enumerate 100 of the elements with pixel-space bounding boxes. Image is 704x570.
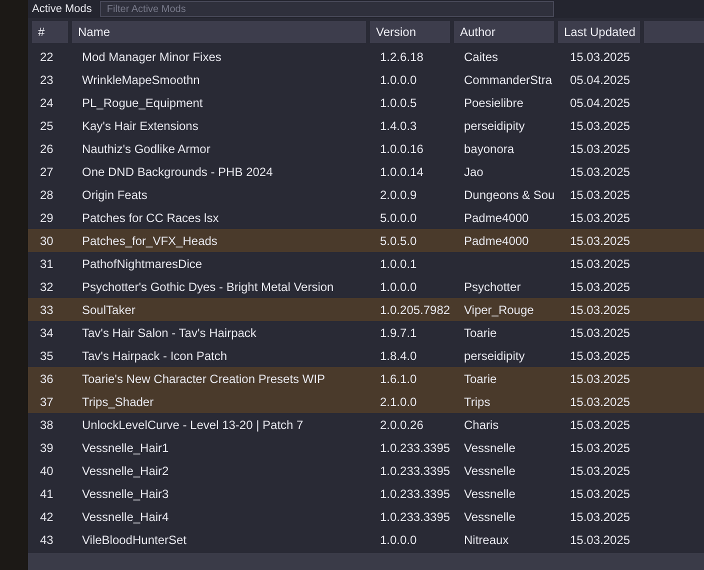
table-cell-text: VileBloodHunterSet	[81, 532, 187, 546]
table-cell-text: Trips_Shader	[81, 394, 154, 408]
table-cell-text: One DND Backgrounds - PHB 2024	[81, 164, 273, 178]
table-cell-text: 15.03.2025	[569, 302, 630, 316]
table-cell-text: 1.0.0.14	[379, 164, 424, 178]
table-row[interactable]: 23 WrinkleMapeSmoothn 1.0.0.0 CommanderStra 05.04.2025	[28, 68, 704, 91]
table-cell-text: PathofNightmaresDice	[81, 256, 202, 270]
table-cell-text: 5.0.0.0	[379, 210, 417, 224]
table-row[interactable]: 30 Patches_for_VFX_Heads 5.0.5.0 Padme4000 15.03.2025	[28, 229, 704, 252]
table-row[interactable]: 40 Vessnelle_Hair2 1.0.233.3395 Vessnelle 15.03.2025	[28, 459, 704, 482]
table-row[interactable]: 27 One DND Backgrounds - PHB 2024 1.0.0.14 Jao 15.03.2025	[28, 160, 704, 183]
table-cell-text: Nitreaux	[463, 532, 509, 546]
table-cell-text: 15.03.2025	[569, 256, 630, 270]
table-cell-text: Toarie	[463, 372, 497, 386]
table-cell-text: 15.03.2025	[569, 348, 630, 362]
table-cell-text: 1.2.6.18	[379, 50, 424, 64]
filter-field[interactable]: Filter Active Mods	[100, 1, 554, 17]
column-header[interactable]: Name	[72, 21, 366, 43]
table-cell-text: 15.03.2025	[569, 510, 630, 524]
table-cell-text: 28	[39, 188, 54, 202]
column-header[interactable]: Last Updated	[558, 21, 640, 43]
table-row[interactable]: 31 PathofNightmaresDice 1.0.0.1 15.03.2025	[28, 252, 704, 275]
table-cell-text: Vessnelle	[463, 464, 516, 478]
table-cell-text: 35	[39, 348, 54, 362]
table-row[interactable]: 24 PL_Rogue_Equipment 1.0.0.5 Poesielibre 05.04.2025	[28, 91, 704, 114]
table-row[interactable]: 34 Tav's Hair Salon - Tav's Hairpack 1.9.7.1 Toarie 15.03.2025	[28, 321, 704, 344]
table-row[interactable]: 35 Tav's Hairpack - Icon Patch 1.8.4.0 perseidipity 15.03.2025	[28, 344, 704, 367]
table-cell-text: Viper_Rouge	[463, 302, 534, 316]
table-cell-text: 22	[39, 50, 54, 64]
table-row[interactable]: 41 Vessnelle_Hair3 1.0.233.3395 Vessnelle 15.03.2025	[28, 482, 704, 505]
table-cell-text: Psychotter	[463, 280, 521, 294]
table-cell-text: 15.03.2025	[569, 210, 630, 224]
table-cell-text: Mod Manager Minor Fixes	[81, 50, 222, 64]
table-cell-text: Vessnelle_Hair3	[81, 486, 169, 500]
table-cell-text: 27	[39, 164, 54, 178]
table-cell-text: 05.04.2025	[569, 72, 630, 86]
table-cell-text: 15.03.2025	[569, 464, 630, 478]
table-cell-text: 05.04.2025	[569, 96, 630, 110]
table-cell-text: 1.0.233.3395	[379, 486, 450, 500]
table-cell-text: Origin Feats	[81, 188, 148, 202]
table-cell-text: 1.4.0.3	[379, 118, 417, 132]
table-cell-text: 1.0.233.3395	[379, 464, 450, 478]
table-cell-text: 40	[39, 464, 54, 478]
table-cell-text: WrinkleMapeSmoothn	[81, 72, 200, 86]
table-cell-text: 32	[39, 280, 54, 294]
table-cell-text: Poesielibre	[463, 96, 524, 110]
table-row[interactable]: 28 Origin Feats 2.0.0.9 Dungeons & Sou 15.03.2025	[28, 183, 704, 206]
table-row[interactable]: 33 SoulTaker 1.0.205.7982 Viper_Rouge 15.03.2025	[28, 298, 704, 321]
table-row[interactable]: 32 Psychotter's Gothic Dyes - Bright Metal Version 1.0.0.0 Psychotter 15.03.2025	[28, 275, 704, 298]
table-row[interactable]: 39 Vessnelle_Hair1 1.0.233.3395 Vessnelle 15.03.2025	[28, 436, 704, 459]
table-cell-text: 15.03.2025	[569, 142, 630, 156]
table-cell-text: 1.0.0.0	[379, 280, 417, 294]
table-cell-text: 15.03.2025	[569, 486, 630, 500]
table-cell-text: 30	[39, 234, 54, 248]
table-cell-text: 1.0.0.5	[379, 96, 417, 110]
table-cell-text: 15.03.2025	[569, 188, 630, 202]
table-row[interactable]: 22 Mod Manager Minor Fixes 1.2.6.18 Caites 15.03.2025	[28, 45, 704, 68]
table-cell-text: 1.0.233.3395	[379, 440, 450, 454]
table-cell-text: 1.6.1.0	[379, 372, 417, 386]
column-header[interactable]: Author	[454, 21, 554, 43]
table-cell-text: 15.03.2025	[569, 280, 630, 294]
table-cell-text: 38	[39, 418, 54, 432]
table-cell-text: 1.0.0.0	[379, 72, 417, 86]
table-cell-text: 15.03.2025	[569, 440, 630, 454]
table-cell-text: 1.0.205.7982	[379, 302, 450, 316]
table-cell-text: 24	[39, 96, 54, 110]
table-cell-text: Psychotter's Gothic Dyes - Bright Metal Version	[81, 280, 334, 294]
column-header[interactable]: Version	[370, 21, 450, 43]
table-row[interactable]: 26 Nauthiz's Godlike Armor 1.0.0.16 bayonora 15.03.2025	[28, 137, 704, 160]
table-cell-text: 39	[39, 440, 54, 454]
table-cell-text: 15.03.2025	[569, 50, 630, 64]
table-cell-text: Padme4000	[463, 234, 529, 248]
table-cell-text: 36	[39, 372, 54, 386]
table-cell-text: 37	[39, 394, 54, 408]
table-cell-text: Nauthiz's Godlike Armor	[81, 142, 210, 156]
table-cell-text: 15.03.2025	[569, 372, 630, 386]
table-row[interactable]: 25 Kay's Hair Extensions 1.4.0.3 perseidipity 15.03.2025	[28, 114, 704, 137]
table-row[interactable]: 43 VileBloodHunterSet 1.0.0.0 Nitreaux 15.03.2025	[28, 528, 704, 551]
table-cell-text: Tav's Hairpack - Icon Patch	[81, 348, 228, 362]
table-cell-text: 2.1.0.0	[379, 394, 417, 408]
table-cell-text: perseidipity	[463, 348, 525, 362]
table-cell-text: 34	[39, 326, 54, 340]
table-cell-text: 15.03.2025	[569, 532, 630, 546]
table-cell-text: 42	[39, 510, 54, 524]
table-cell-text: 26	[39, 142, 54, 156]
table-row[interactable]: 36 Toarie's New Character Creation Presets WIP 1.6.1.0 Toarie 15.03.2025	[28, 367, 704, 390]
table-cell-text: Jao	[463, 164, 484, 178]
table-row[interactable]: 38 UnlockLevelCurve - Level 13-20 | Patch 7 2.0.0.26 Charis 15.03.2025	[28, 413, 704, 436]
table-row[interactable]: 37 Trips_Shader 2.1.0.0 Trips 15.03.2025	[28, 390, 704, 413]
table-row[interactable]: 42 Vessnelle_Hair4 1.0.233.3395 Vessnelle 15.03.2025	[28, 505, 704, 528]
table-row[interactable]: 29 Patches for CC Races lsx 5.0.0.0 Padme4000 15.03.2025	[28, 206, 704, 229]
table-cell-text: 31	[39, 256, 54, 270]
table-cell-text: UnlockLevelCurve - Level 13-20 | Patch 7	[81, 418, 304, 432]
table-cell-text: Vessnelle	[463, 486, 516, 500]
table-cell-text: Vessnelle	[463, 440, 516, 454]
section-title: Active Mods	[32, 3, 92, 15]
table-cell-text: 15.03.2025	[569, 118, 630, 132]
table-cell-text: bayonora	[463, 142, 514, 156]
column-header[interactable]: #	[32, 21, 68, 43]
table-cell-text: 1.0.233.3395	[379, 510, 450, 524]
